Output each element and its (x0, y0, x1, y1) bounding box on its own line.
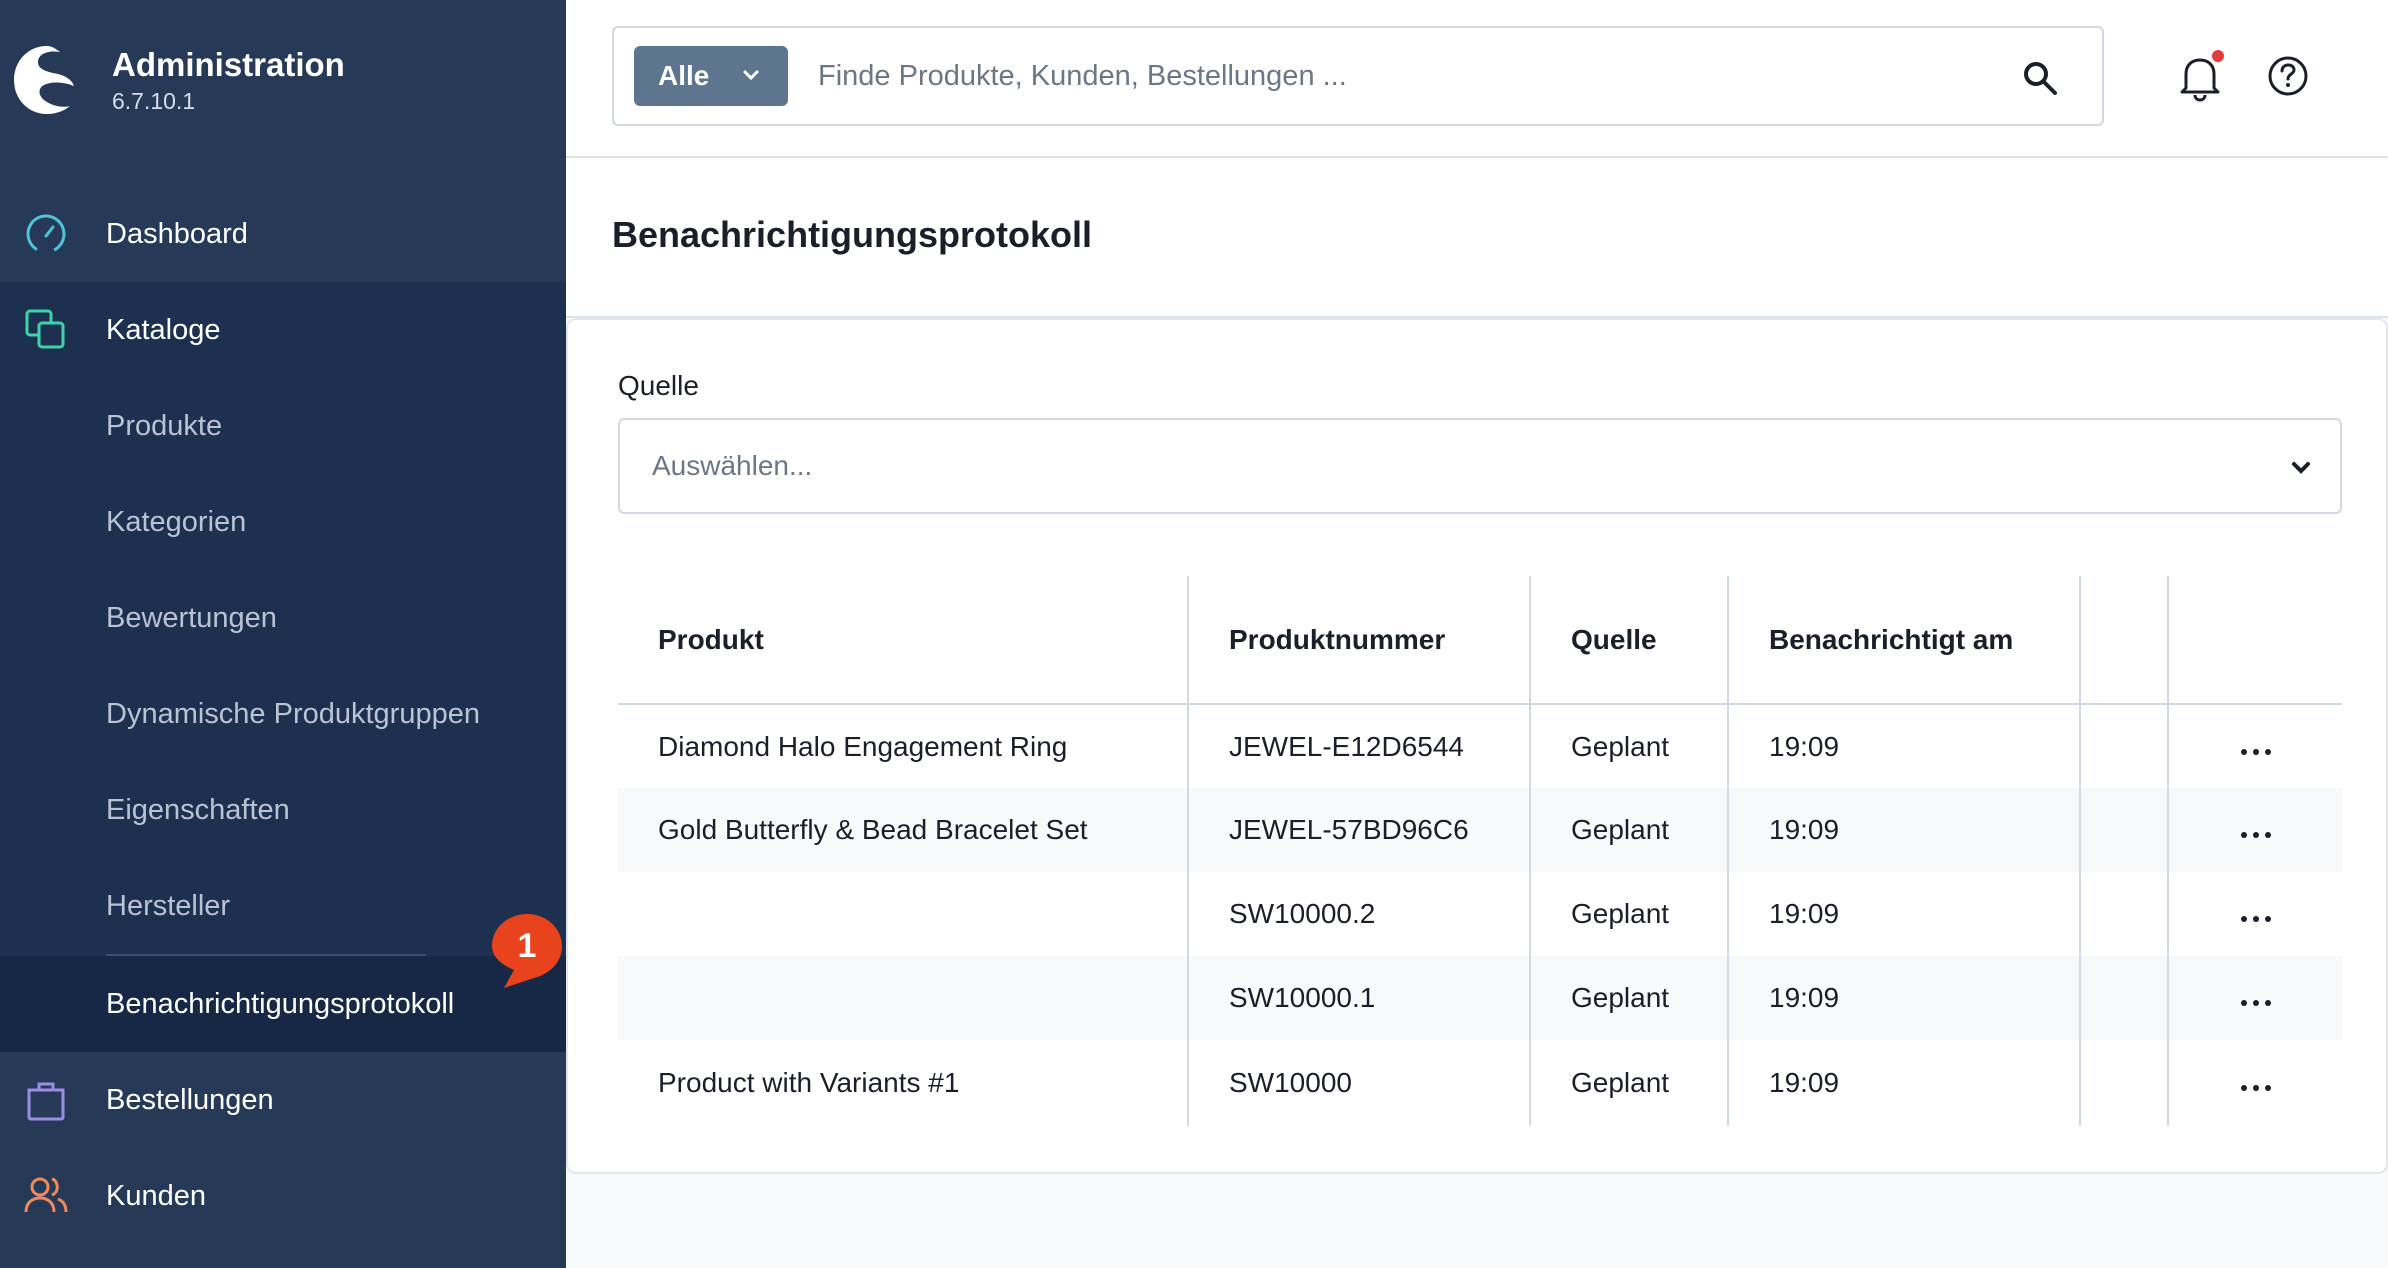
page-title: Benachrichtigungsprotokoll (612, 214, 1093, 255)
chevron-down-icon (2292, 462, 2310, 474)
cell-notified-at: 19:09 (1727, 956, 2080, 1040)
more-horizontal-icon (2240, 916, 2271, 922)
nav-dynamic-product-groups[interactable]: Dynamische Produktgruppen (0, 666, 566, 762)
nav-notification-log[interactable]: Benachrichtigungsprotokoll (0, 956, 566, 1052)
shopping-bag-icon (27, 1082, 65, 1121)
cell-source: Geplant (1529, 1040, 1728, 1126)
nav-catalogs-label: Kataloge (106, 313, 221, 346)
column-header-notified-at[interactable]: Benachrichtigt am (1727, 576, 2080, 705)
global-search[interactable]: Alle Finde Produkte, Kunden, Bestellunge… (612, 26, 2104, 126)
nav-customers-label: Kunden (106, 1179, 206, 1212)
row-actions-button[interactable] (2167, 704, 2342, 788)
cell-notified-at: 19:09 (1727, 872, 2080, 956)
tour-step-badge: 1 (517, 927, 537, 965)
nav-properties-label: Eigenschaften (106, 793, 290, 826)
cell-notified-at: 19:09 (1727, 788, 2080, 872)
notification-log-table: Produkt Produktnummer Quelle Benachricht… (618, 576, 2342, 1126)
row-actions-button[interactable] (2167, 1040, 2342, 1126)
column-header-product[interactable]: Produkt (618, 576, 1188, 705)
cell-spacer (2079, 788, 2168, 872)
search-scope-label: Alle (658, 60, 710, 91)
nav-products[interactable]: Produkte (0, 378, 566, 474)
cell-product (618, 872, 1188, 956)
more-horizontal-icon (2240, 832, 2271, 838)
users-icon (24, 1177, 68, 1213)
nav-reviews-label: Bewertungen (106, 601, 277, 634)
chevron-down-icon (743, 70, 759, 81)
nav-orders-label: Bestellungen (106, 1083, 274, 1116)
table-row: Product with Variants #1 SW10000 Geplant… (618, 1040, 2342, 1126)
shopware-logo-icon (14, 46, 74, 114)
cell-product (618, 956, 1188, 1040)
search-scope-button[interactable]: Alle (634, 46, 788, 106)
source-filter-label: Quelle (618, 370, 699, 401)
table-row: SW10000.1 Geplant 19:09 (618, 956, 2342, 1040)
help-circle-icon[interactable] (2266, 54, 2310, 98)
sidebar: Administration 6.7.10.1 Dashboard Katalo… (0, 0, 566, 1268)
table-row: Gold Butterfly & Bead Bracelet Set JEWEL… (618, 788, 2342, 872)
notification-dot (2212, 50, 2224, 62)
cell-spacer (2079, 872, 2168, 956)
cell-spacer (2079, 1040, 2168, 1126)
search-icon[interactable] (2022, 60, 2058, 96)
nav-manufacturers[interactable]: Hersteller (0, 858, 566, 954)
search-input[interactable]: Finde Produkte, Kunden, Bestellungen ... (818, 60, 1347, 93)
row-actions-button[interactable] (2167, 788, 2342, 872)
brand-version: 6.7.10.1 (112, 88, 196, 114)
column-header-spacer (2079, 576, 2168, 705)
nav-dashboard-label: Dashboard (106, 217, 248, 250)
nav-categories[interactable]: Kategorien (0, 474, 566, 570)
brand-name: Administration (112, 46, 345, 83)
cell-spacer (2079, 704, 2168, 788)
cell-product-number: SW10000 (1187, 1040, 1530, 1126)
nav-reviews[interactable]: Bewertungen (0, 570, 566, 666)
cell-source: Geplant (1529, 872, 1728, 956)
cell-product: Diamond Halo Engagement Ring (658, 730, 1068, 762)
nav-customers[interactable]: Kunden (0, 1148, 566, 1244)
column-header-actions (2167, 576, 2342, 705)
more-horizontal-icon (2240, 748, 2271, 755)
table-row: SW10000.2 Geplant 19:09 (618, 872, 2342, 956)
row-actions-button[interactable] (2167, 872, 2342, 956)
source-filter-placeholder: Auswählen... (652, 450, 813, 481)
nav-orders[interactable]: Bestellungen (0, 1052, 566, 1148)
more-horizontal-icon (2240, 1085, 2271, 1091)
table-row: Diamond Halo Engagement Ring JEWEL-E12D6… (618, 704, 2342, 788)
cell-spacer (2079, 956, 2168, 1040)
cell-notified-at: 19:09 (1727, 704, 2080, 788)
cell-product-number: SW10000.2 (1187, 872, 1530, 956)
nav-dashboard[interactable]: Dashboard (0, 186, 566, 282)
cell-notified-at: 19:09 (1727, 1040, 2080, 1126)
column-header-product-number[interactable]: Produktnummer (1187, 576, 1530, 705)
cell-product-number: JEWEL-57BD96C6 (1187, 788, 1530, 872)
nav-dynamic-product-groups-label: Dynamische Produktgruppen (106, 697, 480, 730)
topbar: Alle Finde Produkte, Kunden, Bestellunge… (566, 0, 2388, 158)
page-header: Benachrichtigungsprotokoll (566, 158, 2388, 318)
layers-icon (25, 309, 65, 349)
cell-source: Geplant (1529, 788, 1728, 872)
content-card: Quelle Auswählen... Produkt Produktnumme… (566, 318, 2388, 1174)
nav-notification-log-label: Benachrichtigungsprotokoll (106, 987, 455, 1020)
cell-product: Product with Variants #1 (658, 1067, 960, 1098)
brand[interactable]: Administration 6.7.10.1 (0, 0, 566, 160)
cell-product-number: JEWEL-E12D6544 (1187, 704, 1530, 788)
cell-product: Gold Butterfly & Bead Bracelet Set (618, 788, 1188, 872)
nav-manufacturers-label: Hersteller (106, 889, 231, 922)
nav-categories-label: Kategorien (106, 505, 247, 538)
row-actions-button[interactable] (2167, 956, 2342, 1040)
cell-source: Geplant (1529, 704, 1728, 788)
source-filter-select[interactable]: Auswählen... (618, 418, 2342, 514)
nav-products-label: Produkte (106, 409, 223, 442)
nav-catalogs[interactable]: Kataloge (0, 282, 566, 378)
column-header-source[interactable]: Quelle (1529, 576, 1728, 705)
table-header-row: Produkt Produktnummer Quelle Benachricht… (618, 576, 2342, 705)
nav-properties[interactable]: Eigenschaften (0, 762, 566, 858)
cell-product-number: SW10000.1 (1187, 956, 1530, 1040)
gauge-icon (26, 214, 66, 254)
cell-source: Geplant (1529, 956, 1728, 1040)
more-horizontal-icon (2240, 1000, 2271, 1006)
